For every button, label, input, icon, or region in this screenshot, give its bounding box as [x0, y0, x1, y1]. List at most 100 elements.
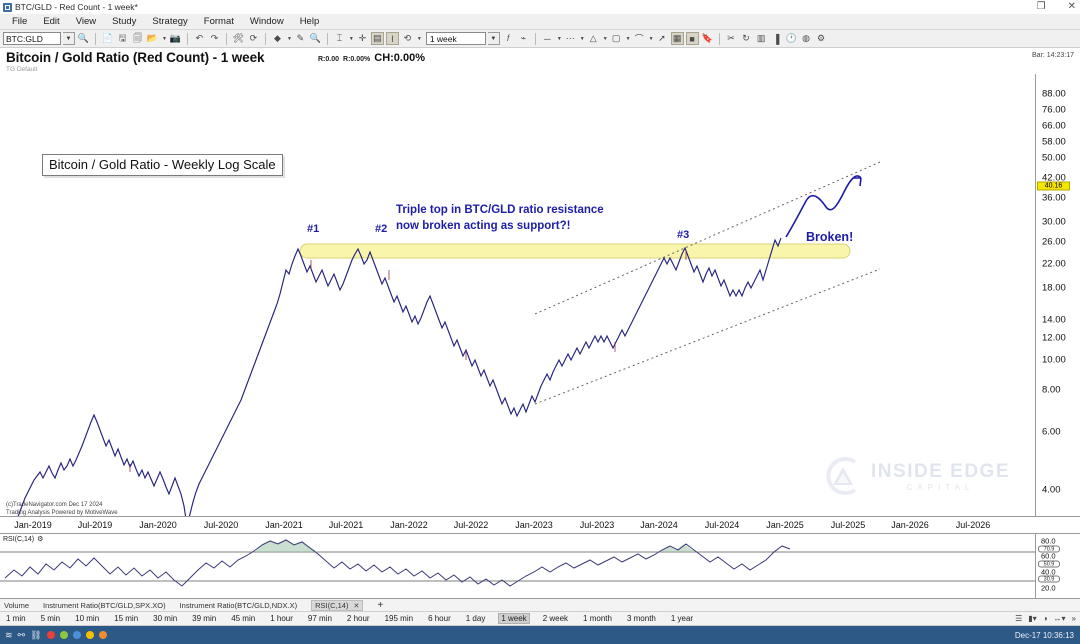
- zoom-icon[interactable]: 🔍: [309, 32, 322, 45]
- square-icon[interactable]: ▢: [610, 32, 623, 45]
- range-icon[interactable]: ↔▾: [1054, 614, 1066, 623]
- curve-caret-icon[interactable]: ▼: [649, 36, 654, 42]
- chain-icon[interactable]: ⛓: [30, 630, 41, 641]
- timeframe-1day[interactable]: 1 day: [464, 614, 488, 623]
- clock-icon[interactable]: ◑: [1043, 614, 1048, 623]
- search-icon[interactable]: 🔍: [77, 32, 90, 45]
- study-tab-volume[interactable]: Volume: [4, 601, 29, 610]
- timeframe-97min[interactable]: 97 min: [306, 614, 334, 623]
- price-axis[interactable]: 88.00 76.00 66.00 58.00 50.00 42.00 36.0…: [1035, 74, 1080, 516]
- study-tab-ratio-ndx[interactable]: Instrument Ratio(BTC/GLD,NDX.X): [180, 601, 298, 610]
- price-plot-area[interactable]: Bitcoin / Gold Ratio - Weekly Log Scale …: [0, 74, 1035, 516]
- timeframe-1week[interactable]: 1 week: [498, 613, 530, 624]
- open-chart-caret-icon[interactable]: ▼: [162, 36, 167, 42]
- palette-caret-icon[interactable]: ▼: [287, 36, 292, 42]
- timeframe-1year[interactable]: 1 year: [669, 614, 695, 623]
- save-as-icon[interactable]: 🗐: [131, 32, 144, 45]
- line-style-caret-icon[interactable]: ▼: [557, 36, 562, 42]
- timeframe-15min[interactable]: 15 min: [112, 614, 140, 623]
- tools-icon[interactable]: 🛠: [232, 32, 245, 45]
- crosshair-icon[interactable]: ✛: [356, 32, 369, 45]
- dash-style-icon[interactable]: ⋯: [564, 32, 577, 45]
- marker-icon[interactable]: ▤: [370, 32, 384, 45]
- status-dot-orange[interactable]: [98, 631, 107, 639]
- timeframe-2hour[interactable]: 2 hour: [345, 614, 372, 623]
- square-caret-icon[interactable]: ▼: [626, 36, 631, 42]
- timeframe-10min[interactable]: 10 min: [73, 614, 101, 623]
- cursor-caret-icon[interactable]: ▼: [349, 36, 354, 42]
- open-chart-icon[interactable]: 📂: [146, 32, 159, 45]
- timeframe-30min[interactable]: 30 min: [151, 614, 179, 623]
- menu-item-study[interactable]: Study: [104, 15, 144, 28]
- cut-icon[interactable]: ✂: [725, 32, 738, 45]
- sync-icon[interactable]: ⟲: [401, 32, 414, 45]
- fib-tool-icon[interactable]: ▦: [670, 32, 684, 45]
- timeframe-dropdown-icon[interactable]: ▼: [487, 32, 500, 45]
- menu-item-file[interactable]: File: [4, 15, 35, 28]
- cursor-icon[interactable]: ⌶: [333, 32, 346, 45]
- marker-label-2[interactable]: #2: [375, 223, 387, 235]
- study-tab-ratio-spx[interactable]: Instrument Ratio(BTC/GLD,SPX.XO): [43, 601, 166, 610]
- timeframe-45min[interactable]: 45 min: [229, 614, 257, 623]
- book-icon[interactable]: ▐: [770, 32, 783, 45]
- sync-caret-icon[interactable]: ▼: [417, 36, 422, 42]
- refresh-icon[interactable]: ⟳: [247, 32, 260, 45]
- block-tool-icon[interactable]: ■: [685, 32, 699, 45]
- save-icon[interactable]: 🖫: [116, 32, 129, 45]
- more-icon[interactable]: »: [1072, 614, 1076, 623]
- add-study-button[interactable]: +: [377, 600, 383, 611]
- symbol-input[interactable]: BTC:GLD: [3, 32, 61, 45]
- menu-item-window[interactable]: Window: [242, 15, 292, 28]
- gear-icon[interactable]: ⚙: [37, 535, 43, 543]
- marker-label-1[interactable]: #1: [307, 223, 319, 235]
- annotate-icon[interactable]: ⌁: [517, 32, 530, 45]
- status-dot-red[interactable]: [46, 631, 55, 639]
- timeframe-195min[interactable]: 195 min: [383, 614, 415, 623]
- wifi-icon[interactable]: ≋: [5, 630, 13, 641]
- rsi-plot-area[interactable]: [0, 534, 1035, 599]
- timeframe-39min[interactable]: 39 min: [190, 614, 218, 623]
- globe-icon[interactable]: ◍: [800, 32, 813, 45]
- status-dot-blue[interactable]: [72, 631, 81, 639]
- rsi-study-label[interactable]: RSI(C,14) ⚙: [3, 535, 43, 544]
- menu-item-strategy[interactable]: Strategy: [144, 15, 195, 28]
- menu-item-format[interactable]: Format: [196, 15, 242, 28]
- grid-icon[interactable]: ▥: [755, 32, 768, 45]
- study-tab-rsi[interactable]: RSI(C,14) ✕: [311, 599, 364, 611]
- palette-icon[interactable]: ◆: [271, 32, 284, 45]
- timeframe-select[interactable]: 1 week: [425, 32, 486, 45]
- close-icon[interactable]: ✕: [354, 603, 360, 610]
- timeframe-5min[interactable]: 5 min: [39, 614, 63, 623]
- text-tool-icon[interactable]: I: [385, 32, 399, 45]
- headline-annotation-line2[interactable]: now broken acting as support?!: [396, 220, 570, 232]
- restore-window-button[interactable]: ❐: [1037, 2, 1046, 12]
- timeframe-2week[interactable]: 2 week: [541, 614, 570, 623]
- symbol-dropdown-icon[interactable]: ▼: [63, 32, 75, 45]
- status-dot-green[interactable]: [59, 631, 68, 639]
- triangle-icon[interactable]: △: [587, 32, 600, 45]
- dash-style-caret-icon[interactable]: ▼: [580, 36, 585, 42]
- menu-item-help[interactable]: Help: [292, 15, 328, 28]
- headline-annotation-line1[interactable]: Triple top in BTC/GLD ratio resistance: [396, 204, 604, 216]
- chart-title-annotation[interactable]: Bitcoin / Gold Ratio - Weekly Log Scale: [42, 154, 283, 176]
- camera-icon[interactable]: 📷: [169, 32, 182, 45]
- new-chart-icon[interactable]: 📄: [101, 32, 114, 45]
- redo-icon[interactable]: ↷: [208, 32, 221, 45]
- rotate-icon[interactable]: ↻: [740, 32, 753, 45]
- close-window-button[interactable]: ✕: [1068, 2, 1076, 12]
- timeframe-1min[interactable]: 1 min: [4, 614, 28, 623]
- marker-label-3[interactable]: #3: [677, 229, 689, 241]
- pencil-icon[interactable]: ✎: [294, 32, 307, 45]
- curve-icon[interactable]: ⌒: [633, 32, 646, 45]
- undo-icon[interactable]: ↶: [193, 32, 206, 45]
- chart-type-icon[interactable]: ▮▾: [1028, 614, 1036, 623]
- price-chart[interactable]: Bitcoin / Gold Ratio - Weekly Log Scale …: [0, 74, 1080, 516]
- list-icon[interactable]: ☰: [1015, 614, 1022, 623]
- triangle-caret-icon[interactable]: ▼: [603, 36, 608, 42]
- timeframe-6hour[interactable]: 6 hour: [426, 614, 453, 623]
- date-axis[interactable]: Jan-2019 Jul-2019 Jan-2020 Jul-2020 Jan-…: [0, 516, 1080, 534]
- rsi-pane[interactable]: RSI(C,14) ⚙ 80.0 70.9 60.0 50.9 40.0 30.…: [0, 534, 1080, 599]
- broken-label[interactable]: Broken!: [806, 230, 853, 244]
- fx-icon[interactable]: 𝑓: [502, 32, 515, 45]
- rsi-axis[interactable]: 80.0 70.9 60.0 50.9 40.0 30.9 20.0: [1035, 534, 1080, 599]
